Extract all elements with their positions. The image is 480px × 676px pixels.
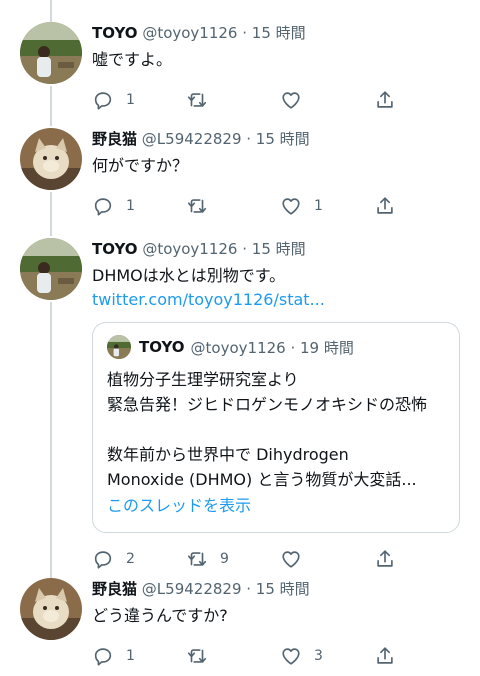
like-button[interactable]	[280, 86, 314, 114]
quoted-text-line: 緊急告発！ジヒドロゲンモノオキシドの恐怖	[107, 395, 428, 414]
heart-icon	[282, 551, 300, 568]
reply-button[interactable]: 1	[92, 192, 135, 220]
tweet-actions: 1 1	[92, 192, 464, 220]
quoted-display-name: TOYO	[139, 338, 185, 356]
display-name[interactable]: TOYO	[92, 24, 138, 42]
retweet-icon	[187, 93, 207, 107]
reply-icon	[94, 648, 112, 666]
quoted-handle-time: @toyoy1126 · 19 時間	[190, 338, 354, 357]
reply-count: 1	[126, 648, 135, 664]
like-button[interactable]: 3	[280, 642, 323, 670]
reply-count: 2	[126, 551, 135, 567]
display-name[interactable]: 野良猫	[92, 580, 137, 598]
retweet-button[interactable]	[186, 86, 220, 114]
tweet-actions: 2 9	[92, 545, 464, 573]
avatar[interactable]	[20, 578, 82, 640]
quoted-text-line: 数年前から世界中で Dihydrogen	[107, 445, 349, 464]
heart-icon	[282, 92, 300, 109]
tweet-thread: TOYO @toyoy1126 · 15 時間 嘘ですよ。 1 野良猫 @L59…	[0, 0, 480, 676]
display-name[interactable]: TOYO	[92, 240, 138, 258]
share-button[interactable]	[374, 545, 396, 573]
handle-time[interactable]: @toyoy1126 · 15 時間	[142, 240, 305, 258]
share-button[interactable]	[374, 642, 396, 670]
thread-line	[50, 0, 52, 22]
retweet-count: 9	[220, 551, 229, 567]
retweet-icon	[187, 649, 207, 663]
quoted-text-line: 植物分子生理学研究室より	[107, 370, 299, 389]
tweet-text: 何がですか？	[92, 156, 189, 175]
handle-time[interactable]: @L59422829 · 15 時間	[142, 580, 310, 598]
retweet-button[interactable]: 9	[186, 545, 229, 573]
display-name[interactable]: 野良猫	[92, 130, 137, 148]
quoted-tweet[interactable]: TOYO @toyoy1126 · 19 時間 植物分子生理学研究室より 緊急告…	[92, 322, 460, 533]
avatar[interactable]	[20, 22, 82, 84]
share-button[interactable]	[374, 86, 396, 114]
reply-count: 1	[126, 198, 135, 214]
share-icon	[377, 647, 393, 664]
share-button[interactable]	[374, 192, 396, 220]
heart-icon	[282, 198, 300, 215]
tweet-actions: 1	[92, 86, 464, 114]
reply-count: 1	[126, 92, 135, 108]
retweet-button[interactable]	[186, 192, 220, 220]
tweet[interactable]: 野良猫 @L59422829 · 15 時間 どう違うんですか? 1 3	[0, 578, 480, 676]
tweet-link[interactable]: twitter.com/toyoy1126/stat...	[92, 288, 464, 312]
share-icon	[377, 91, 393, 108]
avatar[interactable]	[20, 128, 82, 190]
tweet-text: 嘘ですよ。	[92, 50, 173, 69]
handle-time[interactable]: @toyoy1126 · 15 時間	[142, 24, 305, 42]
share-icon	[377, 197, 393, 214]
tweet[interactable]: TOYO @toyoy1126 · 15 時間 嘘ですよ。 1	[0, 22, 480, 122]
retweet-icon	[187, 199, 207, 213]
quoted-text-line: Monoxide (DHMO) と言う物質が大変話...	[107, 470, 417, 489]
show-thread-link[interactable]: このスレッドを表示	[107, 494, 445, 518]
tweet-actions: 1 3	[92, 642, 464, 670]
tweet[interactable]: 野良猫 @L59422829 · 15 時間 何がですか？ 1 1	[0, 128, 480, 228]
reply-icon	[94, 198, 112, 216]
reply-button[interactable]: 2	[92, 545, 135, 573]
quoted-text-line	[107, 417, 445, 442]
reply-icon	[94, 92, 112, 110]
tweet[interactable]: TOYO @toyoy1126 · 15 時間 DHMOは水とは別物です。 tw…	[0, 238, 480, 569]
reply-button[interactable]: 1	[92, 642, 135, 670]
tweet-text: DHMOは水とは別物です。	[92, 266, 286, 285]
retweet-button[interactable]	[186, 642, 220, 670]
quoted-avatar	[107, 335, 131, 359]
handle-time[interactable]: @L59422829 · 15 時間	[142, 130, 310, 148]
like-button[interactable]	[280, 545, 314, 573]
tweet-text: どう違うんですか?	[92, 606, 228, 625]
quoted-text: 植物分子生理学研究室より 緊急告発！ジヒドロゲンモノオキシドの恐怖 数年前から世…	[107, 367, 445, 492]
like-count: 3	[314, 648, 323, 664]
like-count: 1	[314, 198, 323, 214]
share-icon	[377, 550, 393, 567]
reply-icon	[94, 551, 112, 569]
reply-button[interactable]: 1	[92, 86, 135, 114]
heart-icon	[282, 648, 300, 665]
like-button[interactable]: 1	[280, 192, 323, 220]
retweet-icon	[187, 552, 207, 566]
avatar[interactable]	[20, 238, 82, 300]
